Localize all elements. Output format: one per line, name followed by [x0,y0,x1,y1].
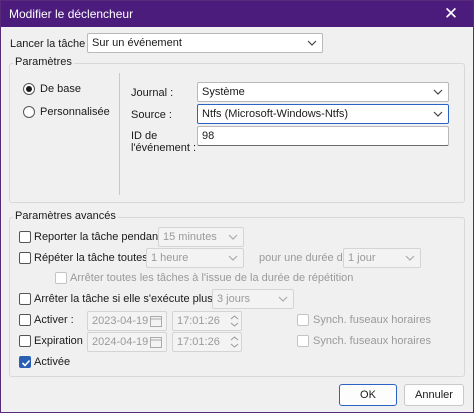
window-title: Modifier le déclencheur [9,7,134,21]
duration-combo[interactable]: 1 jour [343,248,421,268]
source-combo[interactable]: Ntfs (Microsoft-Windows-Ntfs) [197,104,449,124]
activate-date-value: 2023-04-19 [92,315,149,327]
stop-all-label: Arrêter toutes les tâches à l'issue de l… [70,272,354,284]
expire-checkbox[interactable] [19,335,31,347]
ok-button[interactable]: OK [339,384,397,406]
expire-date-input[interactable]: 2024-04-19 [87,332,167,352]
activate-time-value: 17:01:26 [177,315,220,327]
event-id-input[interactable]: 98 [197,126,449,146]
radio-basic[interactable] [23,83,35,95]
stop-if-combo[interactable]: 3 jours [212,289,294,309]
chevron-down-icon [433,89,443,95]
log-value: Système [202,86,245,98]
log-label: Journal : [131,87,174,99]
stop-if-label: Arrêter la tâche si elle s'exécute plus … [34,293,235,305]
trigger-label: Lancer la tâche : [10,38,92,50]
trigger-value: Sur un événement [92,37,182,49]
chevron-down-icon [228,234,238,240]
advanced-title: Paramètres avancés [13,210,118,222]
trigger-combo[interactable]: Sur un événement [87,33,323,53]
close-icon[interactable]: ✕ [429,1,473,27]
activate-date-input[interactable]: 2023-04-19 [87,311,167,331]
title-bar: Modifier le déclencheur ✕ [1,1,473,27]
delay-value: 15 minutes [163,231,217,243]
dialog-window: Modifier le déclencheur ✕ Lancer la tâch… [0,0,474,413]
calendar-icon[interactable] [150,315,162,327]
expire-sync-label: Synch. fuseaux horaires [313,335,432,347]
params-divider [119,73,120,195]
repeat-combo[interactable]: 1 heure [146,248,244,268]
source-label: Source : [131,109,172,121]
activate-label: Activer : [34,314,74,326]
chevron-down-icon [307,40,317,46]
repeat-value: 1 heure [151,252,189,264]
chevron-down-icon [228,255,238,261]
expire-time-input[interactable]: 17:01:26 [172,332,242,352]
enabled-label: Activée [34,356,71,368]
stop-all-checkbox[interactable] [55,272,67,284]
activate-sync-label: Synch. fuseaux horaires [313,314,432,326]
source-value: Ntfs (Microsoft-Windows-Ntfs) [202,108,349,120]
enabled-checkbox[interactable] [19,356,31,368]
stop-if-checkbox[interactable] [19,293,31,305]
activate-time-input[interactable]: 17:01:26 [172,311,242,331]
spin-updown-icon[interactable] [229,334,240,350]
expire-sync-checkbox[interactable] [297,335,309,347]
repeat-checkbox[interactable] [19,252,31,264]
event-id-label-line2: l'événement : [131,142,197,154]
delay-label: Reporter la tâche pendant : [34,231,168,243]
stop-if-value: 3 jours [217,293,251,305]
checkmark-icon [21,359,31,367]
log-combo[interactable]: Système [197,82,449,102]
activate-checkbox[interactable] [19,314,31,326]
radio-custom[interactable] [23,106,35,118]
duration-value: 1 jour [348,252,376,264]
spin-updown-icon[interactable] [229,313,240,329]
expire-date-value: 2024-04-19 [92,336,149,348]
event-id-value: 98 [202,130,215,142]
cancel-button[interactable]: Annuler [404,384,464,406]
radio-custom-label: Personnalisée [40,106,110,118]
expire-label: Expiration : [34,335,90,347]
delay-combo[interactable]: 15 minutes [158,227,244,247]
event-id-label-line1: ID de [131,130,158,142]
duration-label: pour une durée de : [259,252,356,264]
activate-sync-checkbox[interactable] [297,314,309,326]
params-title: Paramètres [13,56,74,68]
calendar-icon[interactable] [150,336,162,348]
delay-checkbox[interactable] [19,231,31,243]
chevron-down-icon [278,296,288,302]
radio-basic-label: De base [40,83,81,95]
chevron-down-icon [405,255,415,261]
chevron-down-icon [433,111,443,117]
expire-time-value: 17:01:26 [177,336,220,348]
